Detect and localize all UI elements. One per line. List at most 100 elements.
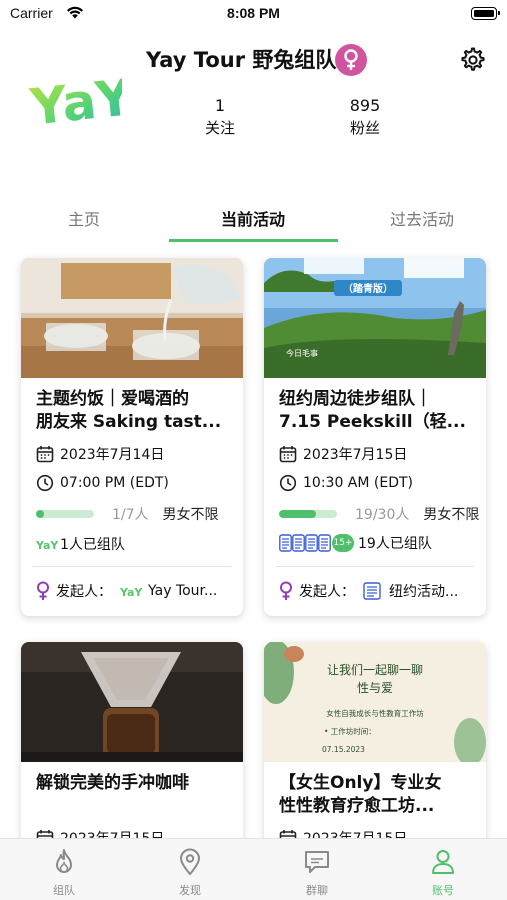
organizer-avatar bbox=[363, 582, 381, 600]
nav-label-discover: 发现 bbox=[179, 884, 201, 897]
member-avatar bbox=[318, 534, 331, 552]
joined-count: 1人已组队 bbox=[60, 537, 125, 553]
event-title: 纽约周边徒步组队｜ 7.15 Peekskill（轻... bbox=[279, 388, 475, 434]
following-label: 关注 bbox=[204, 119, 235, 137]
status-bar: Carrier 8:08 PM bbox=[0, 0, 507, 30]
battery-icon bbox=[471, 7, 500, 20]
tab-home[interactable]: 主页 bbox=[0, 206, 168, 230]
poster-time-label: • 工作坊时间： bbox=[324, 726, 376, 736]
bottom-tab-bar: 组队 发现 群聊 账号 bbox=[0, 838, 507, 900]
following-stat[interactable]: 1 关注 bbox=[190, 96, 250, 138]
member-avatar bbox=[305, 534, 318, 552]
event-image-hiking: （踏青版） 今日毛事 bbox=[264, 258, 486, 378]
svg-text:YaY!: YaY! bbox=[28, 66, 122, 130]
nav-item-account[interactable]: 账号 bbox=[403, 848, 483, 898]
fans-count: 895 bbox=[349, 96, 381, 115]
event-capacity-row: 19/30人 男女不限 bbox=[279, 504, 479, 524]
joined-count: 19人已组队 bbox=[358, 536, 432, 552]
event-title: 主题约饭｜爱喝酒的 朋友来 Saking tast... bbox=[36, 388, 232, 434]
person-icon bbox=[432, 850, 454, 874]
female-organizer-icon bbox=[280, 581, 292, 600]
event-date: 2023年7月15日 bbox=[303, 447, 408, 463]
organizer-avatar: YaY bbox=[120, 586, 142, 598]
organizer-name: 纽约活动... bbox=[389, 584, 459, 600]
clock-time: 8:08 PM bbox=[227, 5, 280, 21]
event-date-row: 2023年7月14日 bbox=[36, 444, 164, 464]
card-divider bbox=[33, 566, 231, 567]
poster-subtitle: 女性自我成长与性教育工作坊 bbox=[326, 708, 424, 718]
event-title: 解锁完美的手冲咖啡 bbox=[36, 772, 232, 795]
tab-current-events[interactable]: 当前活动 bbox=[169, 206, 337, 230]
nav-label-chat: 群聊 bbox=[306, 884, 328, 897]
member-avatar bbox=[292, 534, 305, 552]
capacity-count: 19/30人 bbox=[355, 507, 410, 523]
event-title-line1: 主题约饭｜爱喝酒的 bbox=[36, 389, 189, 409]
event-image-coffee bbox=[21, 642, 243, 762]
event-image-sake bbox=[21, 258, 243, 378]
capacity-progress-bar bbox=[36, 510, 94, 518]
fans-label: 粉丝 bbox=[349, 119, 380, 137]
organizer-row[interactable]: 发起人： YaY Yay Tour... bbox=[34, 581, 217, 601]
event-time-row: 10:30 AM (EDT) bbox=[279, 474, 413, 492]
event-title-line1: 纽约周边徒步组队｜ bbox=[279, 389, 432, 409]
joined-row: 15+ 19人已组队 bbox=[279, 533, 432, 553]
calendar-icon bbox=[279, 446, 297, 463]
gender-restriction: 男女不限 bbox=[423, 507, 480, 523]
nav-label-team: 组队 bbox=[53, 884, 75, 897]
member-avatar bbox=[279, 534, 292, 552]
yay-logo: YaY! bbox=[28, 66, 122, 130]
image-small-text: 今日毛事 bbox=[286, 348, 318, 358]
poster-date: 07.15.2023 bbox=[322, 745, 365, 754]
poster-heading-line2: 性与爱 bbox=[357, 681, 393, 695]
event-capacity-row: 1/7人 男女不限 bbox=[36, 504, 219, 524]
event-time: 07:00 PM (EDT) bbox=[60, 475, 169, 491]
event-date: 2023年7月14日 bbox=[60, 447, 165, 463]
member-avatar-stack: 15+ bbox=[279, 534, 354, 552]
event-title: 【女生Only】专业女 性性教育疗愈工坊... bbox=[279, 772, 475, 818]
settings-gear-icon[interactable] bbox=[457, 45, 487, 75]
capacity-count: 1/7人 bbox=[112, 507, 149, 523]
event-title-line1: 解锁完美的手冲咖啡 bbox=[36, 773, 189, 793]
female-gender-icon bbox=[335, 44, 367, 76]
card-divider bbox=[276, 566, 474, 567]
flame-icon bbox=[56, 849, 72, 873]
event-date-row: 2023年7月15日 bbox=[279, 444, 407, 464]
capacity-progress-bar bbox=[279, 510, 337, 518]
location-pin-icon bbox=[179, 848, 201, 876]
profile-name: Yay Tour 野兔组队 bbox=[146, 48, 337, 72]
event-card[interactable]: （踏青版） 今日毛事 纽约周边徒步组队｜ 7.15 Peekskill（轻...… bbox=[264, 258, 486, 616]
event-image-poster: 让我们一起聊一聊 性与爱 女性自我成长与性教育工作坊 • 工作坊时间： 07.1… bbox=[264, 642, 486, 762]
calendar-icon bbox=[36, 446, 54, 463]
nav-item-team[interactable]: 组队 bbox=[24, 848, 104, 898]
gender-restriction: 男女不限 bbox=[162, 507, 219, 523]
tab-past-events[interactable]: 过去活动 bbox=[338, 206, 506, 230]
event-title-line2: 性性教育疗愈工坊... bbox=[279, 796, 435, 816]
image-badge-text: （踏青版） bbox=[343, 282, 393, 295]
joined-row: YaY 1人已组队 bbox=[36, 534, 125, 554]
event-card[interactable]: 主题约饭｜爱喝酒的 朋友来 Saking tast... 2023年7月14日 … bbox=[21, 258, 243, 616]
organizer-name: Yay Tour... bbox=[148, 583, 218, 599]
following-count: 1 bbox=[214, 96, 226, 115]
active-tab-indicator bbox=[169, 239, 338, 242]
event-time-row: 07:00 PM (EDT) bbox=[36, 474, 169, 492]
event-time: 10:30 AM (EDT) bbox=[303, 475, 414, 491]
profile-tabs: 主页 当前活动 过去活动 bbox=[0, 206, 507, 242]
organizer-label: 发起人： bbox=[299, 584, 355, 600]
nav-item-chat[interactable]: 群聊 bbox=[277, 848, 357, 898]
svg-text:YaY: YaY bbox=[36, 539, 58, 551]
svg-text:YaY: YaY bbox=[120, 586, 142, 598]
yay-mini-logo-icon: YaY bbox=[36, 539, 58, 551]
nav-item-discover[interactable]: 发现 bbox=[150, 848, 230, 898]
clock-icon bbox=[279, 474, 297, 492]
extra-members-badge: 15+ bbox=[332, 534, 354, 552]
clock-icon bbox=[36, 474, 54, 492]
event-title-line1: 【女生Only】专业女 bbox=[279, 773, 442, 793]
fans-stat[interactable]: 895 粉丝 bbox=[335, 96, 395, 138]
event-title-line2: 7.15 Peekskill（轻... bbox=[279, 412, 466, 432]
organizer-label: 发起人： bbox=[56, 584, 112, 600]
event-title-line2: 朋友来 Saking tast... bbox=[36, 412, 222, 432]
nav-label-account: 账号 bbox=[432, 884, 454, 897]
female-organizer-icon bbox=[37, 581, 49, 600]
poster-heading-line1: 让我们一起聊一聊 bbox=[327, 662, 423, 677]
organizer-row[interactable]: 发起人： 纽约活动... bbox=[277, 581, 458, 601]
